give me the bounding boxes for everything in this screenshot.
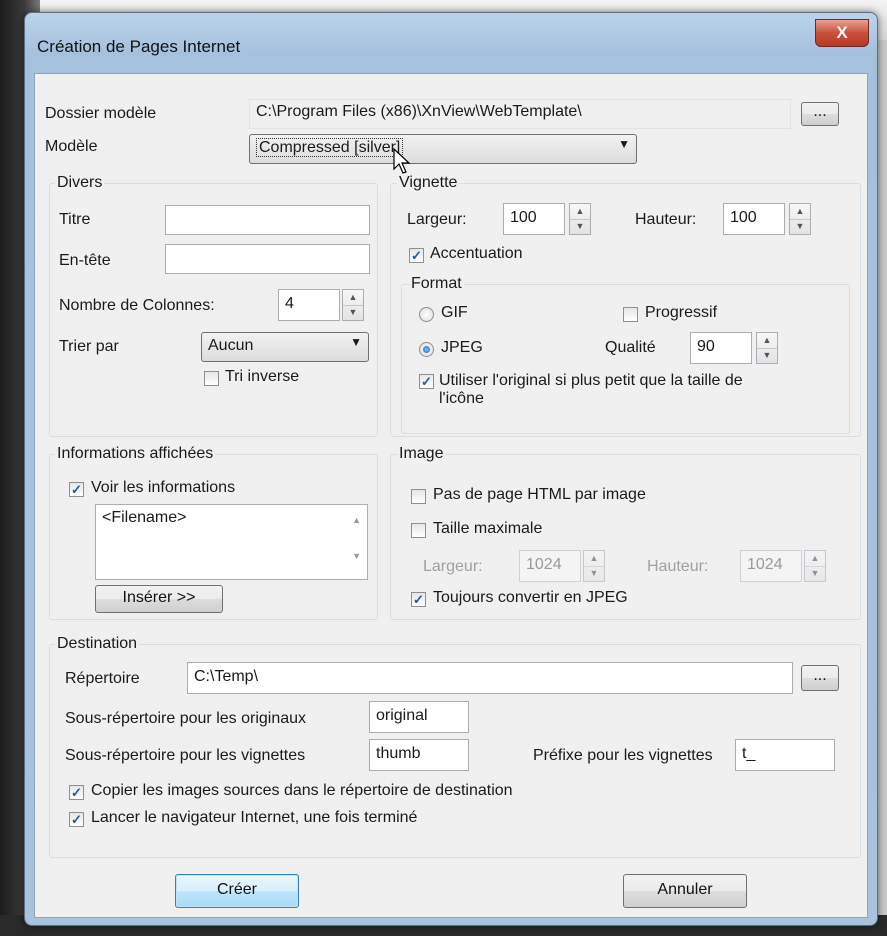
voir-infos-label: Voir les informations bbox=[91, 479, 236, 496]
dossier-modele-label: Dossier modèle bbox=[45, 105, 157, 122]
colonnes-input[interactable]: 4 bbox=[278, 289, 340, 321]
close-button[interactable]: X bbox=[815, 19, 869, 47]
modele-select[interactable]: Compressed [silver] ▼ bbox=[249, 134, 637, 164]
spin-down-icon[interactable]: ▼ bbox=[584, 566, 604, 581]
infos-listbox[interactable]: <Filename> ▲ ▼ bbox=[95, 504, 368, 580]
taille-max-checkbox[interactable] bbox=[411, 523, 426, 538]
entete-input[interactable] bbox=[165, 244, 370, 274]
colonnes-label: Nombre de Colonnes: bbox=[59, 297, 215, 314]
prefixe-input[interactable]: t_ bbox=[735, 739, 835, 771]
utiliser-original-checkbox[interactable]: ✓ bbox=[419, 374, 434, 389]
trier-label: Trier par bbox=[59, 338, 119, 355]
vignette-largeur-label: Largeur: bbox=[407, 211, 467, 228]
scroll-up-icon[interactable]: ▲ bbox=[352, 515, 361, 525]
qualite-label: Qualité bbox=[605, 339, 656, 356]
jpeg-radio[interactable] bbox=[419, 342, 434, 357]
chevron-down-icon: ▼ bbox=[350, 335, 362, 349]
entete-label: En-tête bbox=[59, 252, 111, 269]
repertoire-input[interactable]: C:\Temp\ bbox=[187, 662, 793, 694]
copier-images-checkbox[interactable]: ✓ bbox=[69, 785, 84, 800]
jpeg-label: JPEG bbox=[441, 339, 483, 356]
chevron-down-icon: ▼ bbox=[618, 137, 630, 151]
window-title: Création de Pages Internet bbox=[37, 37, 241, 56]
pas-page-label: Pas de page HTML par image bbox=[433, 486, 646, 503]
qualite-spinner[interactable]: ▲ ▼ bbox=[756, 332, 778, 364]
prefixe-label: Préfixe pour les vignettes bbox=[533, 747, 713, 764]
format-legend: Format bbox=[409, 275, 464, 293]
sous-vignettes-input[interactable]: thumb bbox=[369, 739, 469, 771]
spin-up-icon[interactable]: ▲ bbox=[790, 204, 810, 220]
gif-label: GIF bbox=[441, 304, 468, 321]
titre-input[interactable] bbox=[165, 205, 370, 235]
convertir-jpeg-checkbox[interactable]: ✓ bbox=[411, 592, 426, 607]
destination-legend: Destination bbox=[55, 635, 140, 653]
image-hauteur-input[interactable]: 1024 bbox=[740, 550, 802, 582]
image-largeur-spinner[interactable]: ▲ ▼ bbox=[583, 550, 605, 582]
dossier-modele-field[interactable]: C:\Program Files (x86)\XnView\WebTemplat… bbox=[249, 99, 791, 129]
lancer-navigateur-checkbox[interactable]: ✓ bbox=[69, 812, 84, 827]
modele-label: Modèle bbox=[45, 138, 98, 155]
trier-select[interactable]: Aucun ▼ bbox=[201, 332, 369, 362]
trier-select-value: Aucun bbox=[208, 337, 254, 354]
dialog-client-area: Dossier modèle C:\Program Files (x86)\Xn… bbox=[34, 73, 868, 918]
repertoire-browse-button[interactable]: ... bbox=[801, 665, 839, 691]
spin-down-icon[interactable]: ▼ bbox=[790, 219, 810, 234]
spin-down-icon[interactable]: ▼ bbox=[757, 348, 777, 363]
image-hauteur-spinner[interactable]: ▲ ▼ bbox=[804, 550, 826, 582]
image-largeur-label: Largeur: bbox=[423, 558, 483, 575]
spin-down-icon[interactable]: ▼ bbox=[343, 305, 363, 320]
divers-legend: Divers bbox=[55, 174, 105, 192]
spin-down-icon[interactable]: ▼ bbox=[570, 219, 590, 234]
progressif-checkbox[interactable] bbox=[623, 307, 638, 322]
mouse-cursor-icon bbox=[393, 148, 411, 174]
creer-button[interactable]: Créer bbox=[175, 874, 299, 908]
vignette-hauteur-spinner[interactable]: ▲ ▼ bbox=[789, 203, 811, 235]
dossier-browse-button[interactable]: ... bbox=[801, 102, 839, 126]
image-hauteur-label: Hauteur: bbox=[647, 558, 709, 575]
sous-originaux-input[interactable]: original bbox=[369, 701, 469, 733]
spin-up-icon[interactable]: ▲ bbox=[570, 204, 590, 220]
accentuation-label: Accentuation bbox=[430, 245, 523, 262]
vignette-hauteur-label: Hauteur: bbox=[635, 211, 697, 228]
progressif-label: Progressif bbox=[645, 304, 718, 321]
vignette-largeur-input[interactable]: 100 bbox=[503, 203, 565, 235]
repertoire-label: Répertoire bbox=[65, 670, 140, 687]
taille-max-label: Taille maximale bbox=[433, 520, 543, 537]
image-largeur-input[interactable]: 1024 bbox=[519, 550, 581, 582]
pas-page-checkbox[interactable] bbox=[411, 489, 426, 504]
spin-up-icon[interactable]: ▲ bbox=[805, 551, 825, 567]
copier-images-label: Copier les images sources dans le répert… bbox=[91, 782, 513, 799]
gif-radio[interactable] bbox=[419, 307, 434, 322]
accentuation-checkbox[interactable]: ✓ bbox=[409, 248, 424, 263]
spin-down-icon[interactable]: ▼ bbox=[805, 566, 825, 581]
spin-up-icon[interactable]: ▲ bbox=[757, 333, 777, 349]
spin-up-icon[interactable]: ▲ bbox=[584, 551, 604, 567]
dialog-window: Création de Pages Internet X Dossier mod… bbox=[24, 12, 878, 926]
colonnes-spinner[interactable]: ▲ ▼ bbox=[342, 289, 364, 321]
vignette-legend: Vignette bbox=[397, 174, 460, 192]
utiliser-original-line2: l'icône bbox=[439, 390, 484, 407]
tri-inverse-label: Tri inverse bbox=[225, 368, 300, 385]
sous-originaux-label: Sous-répertoire pour les originaux bbox=[65, 710, 307, 727]
annuler-button[interactable]: Annuler bbox=[623, 874, 747, 908]
qualite-input[interactable]: 90 bbox=[690, 332, 752, 364]
voir-infos-checkbox[interactable]: ✓ bbox=[69, 482, 84, 497]
sous-vignettes-label: Sous-répertoire pour les vignettes bbox=[65, 747, 306, 764]
spin-up-icon[interactable]: ▲ bbox=[343, 290, 363, 306]
vignette-largeur-spinner[interactable]: ▲ ▼ bbox=[569, 203, 591, 235]
utiliser-original-line1: Utiliser l'original si plus petit que la… bbox=[439, 372, 743, 389]
convertir-jpeg-label: Toujours convertir en JPEG bbox=[433, 589, 628, 606]
list-item[interactable]: <Filename> bbox=[102, 509, 187, 526]
modele-select-value: Compressed [silver] bbox=[256, 138, 404, 157]
utiliser-original-label: Utiliser l'original si plus petit que la… bbox=[439, 372, 839, 408]
inserer-button[interactable]: Insérer >> bbox=[95, 585, 223, 613]
infos-legend: Informations affichées bbox=[55, 445, 216, 463]
tri-inverse-checkbox[interactable] bbox=[204, 371, 219, 386]
scroll-down-icon[interactable]: ▼ bbox=[352, 551, 361, 561]
vignette-hauteur-input[interactable]: 100 bbox=[723, 203, 785, 235]
titre-label: Titre bbox=[59, 211, 91, 228]
image-legend: Image bbox=[397, 445, 446, 463]
lancer-navigateur-label: Lancer le navigateur Internet, une fois … bbox=[91, 809, 418, 826]
